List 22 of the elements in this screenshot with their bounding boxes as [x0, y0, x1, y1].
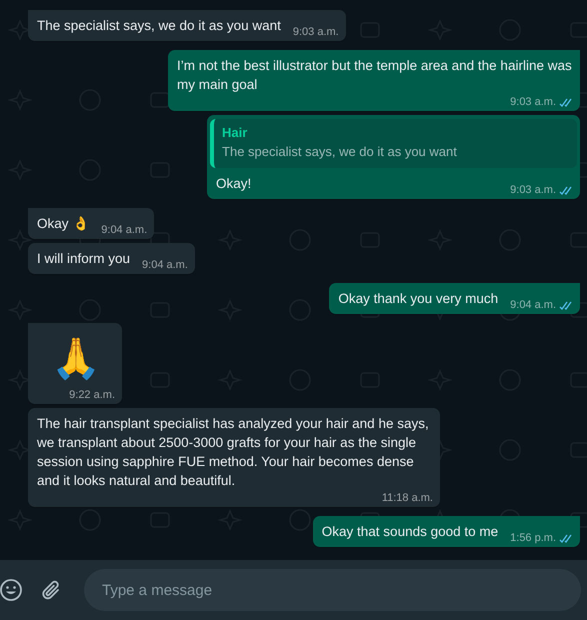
emoji-message: 🙏 — [50, 336, 102, 383]
message-text: I’m not the best illustrator but the temple area and the hairline was my main goal — [177, 57, 573, 94]
quote-text: The specialist says, we do it as you want — [222, 143, 458, 161]
message-text: Okay 👌 — [37, 215, 90, 233]
message-text: Okay that sounds good to me — [322, 523, 498, 541]
quote-author: Hair — [222, 124, 248, 142]
message-time: 9:03 a.m. — [292, 25, 339, 40]
message-time: 9:04 a.m. — [510, 298, 556, 313]
message-time: 9:22 a.m. — [69, 388, 115, 403]
message-text: Okay thank you very much — [338, 290, 498, 308]
message-input[interactable]: Type a message — [84, 569, 581, 611]
message-text: The hair transplant specialist has analyzed your hair and he says, we transplant about 2500-3000 grafts for your hair as the single session using sapphire FUE method. Your hair becomes dense and it looks natural and beautiful. — [37, 415, 430, 490]
message-time: 9:03 a.m. — [510, 95, 556, 110]
message-time: 9:04 a.m. — [142, 258, 188, 273]
quoted-message[interactable]: Hair The specialist says, we do it as you want — [210, 119, 577, 168]
message-time: 9:03 a.m. — [510, 183, 556, 198]
message-time: 9:04 a.m. — [101, 223, 148, 238]
message-text: I will inform you — [37, 250, 130, 268]
message-time: 11:18 a.m. — [382, 491, 433, 506]
message-time: 1:56 p.m. — [510, 531, 556, 546]
message-text: Okay! — [216, 175, 252, 193]
message-text: The specialist says, we do it as you want — [37, 17, 281, 35]
